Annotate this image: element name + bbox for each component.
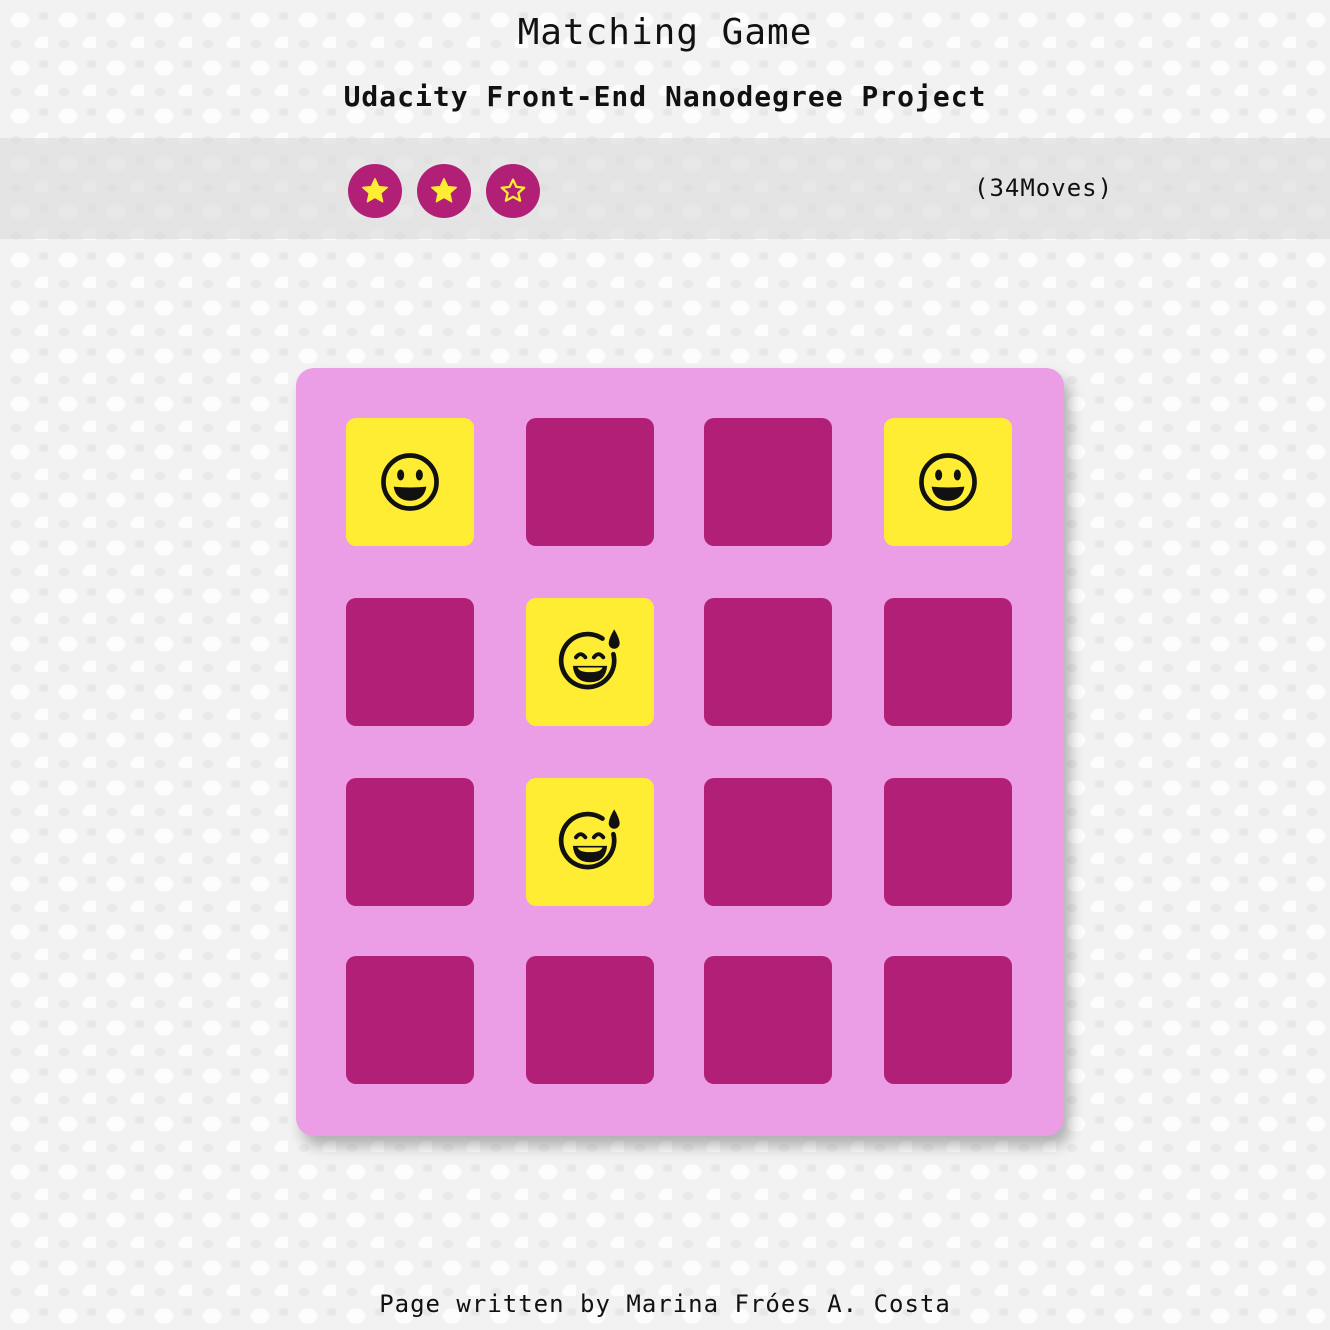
card-9[interactable] (346, 778, 474, 906)
star-filled-icon (362, 178, 388, 203)
card-8[interactable] (884, 598, 1012, 726)
score-panel: (34 Moves) (0, 138, 1330, 239)
card-16[interactable] (884, 956, 1012, 1084)
card-14[interactable] (526, 956, 654, 1084)
grinning-face-icon (919, 453, 977, 511)
star-filled-icon (431, 178, 457, 203)
card-12[interactable] (884, 778, 1012, 906)
moves-count: 34 (989, 174, 1021, 202)
card-deck (296, 368, 1064, 1136)
card-5[interactable] (346, 598, 474, 726)
card-15[interactable] (704, 956, 832, 1084)
page-title: Matching Game (517, 12, 813, 53)
card-6[interactable] (526, 598, 654, 726)
star-outline-icon (500, 178, 526, 202)
card-3[interactable] (704, 418, 832, 546)
card-7[interactable] (704, 598, 832, 726)
card-2[interactable] (526, 418, 654, 546)
star-rating-item-3 (486, 164, 540, 218)
star-rating-item-1 (348, 164, 402, 218)
card-4[interactable] (884, 418, 1012, 546)
grinning-sweat-face-icon (558, 809, 620, 870)
grinning-face-icon (381, 453, 439, 511)
card-11[interactable] (704, 778, 832, 906)
card-10[interactable] (526, 778, 654, 906)
grinning-sweat-face-icon (558, 629, 620, 690)
page-footer: Page written by Marina Fróes A. Costa (379, 1290, 951, 1318)
page-subtitle: Udacity Front-End Nanodegree Project (343, 80, 987, 113)
moves-prefix: ( (974, 174, 990, 202)
star-rating-item-2 (417, 164, 471, 218)
moves-counter: (34 Moves) (974, 174, 1113, 202)
star-rating (348, 164, 540, 218)
card-13[interactable] (346, 956, 474, 1084)
moves-suffix: Moves) (1020, 174, 1114, 202)
card-1[interactable] (346, 418, 474, 546)
